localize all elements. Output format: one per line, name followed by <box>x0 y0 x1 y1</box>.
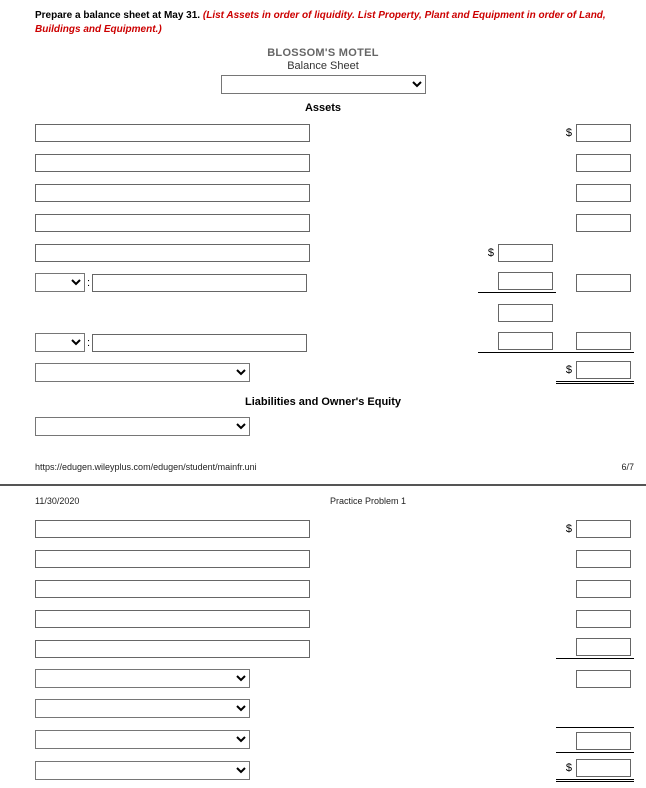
asset-amount-3[interactable] <box>576 184 631 202</box>
asset-row-1: $ <box>0 118 646 148</box>
currency-symbol: $ <box>566 364 572 376</box>
statement-title: Balance Sheet <box>0 60 646 72</box>
instruction-text: Prepare a balance sheet at May 31. (List… <box>0 8 646 41</box>
liab-name-5[interactable] <box>35 640 310 658</box>
liab-name-2[interactable] <box>35 550 310 568</box>
footer-page: 6/7 <box>621 462 634 472</box>
asset-name-3[interactable] <box>35 184 310 202</box>
page2-title: Practice Problem 1 <box>310 496 634 506</box>
liab-amount-1[interactable] <box>576 520 631 538</box>
ppe-blank-mid[interactable] <box>498 304 553 322</box>
asset-amount-2[interactable] <box>576 154 631 172</box>
liab-total3-select[interactable] <box>35 730 250 749</box>
asset-amount-1[interactable] <box>576 124 631 142</box>
liab-header: Liabilities and Owner's Equity <box>0 396 646 408</box>
asset-row-3 <box>0 178 646 208</box>
colon: : <box>87 337 90 349</box>
assets-header: Assets <box>0 102 646 114</box>
liab-total2-select[interactable] <box>35 699 250 718</box>
liab-amount-4[interactable] <box>576 610 631 628</box>
ppe-sub2-amt[interactable] <box>576 332 631 350</box>
liab-row-5 <box>0 634 646 664</box>
currency-symbol: $ <box>566 127 572 139</box>
currency-symbol: $ <box>566 762 572 774</box>
asset-total-amt[interactable] <box>576 361 631 379</box>
instruction-black: Prepare a balance sheet at May 31. <box>35 10 203 21</box>
liab-total1-amt[interactable] <box>576 670 631 688</box>
liab-cat-row <box>0 412 646 442</box>
ppe-sub1-mid[interactable] <box>498 272 553 290</box>
page2-date: 11/30/2020 <box>35 496 310 506</box>
company-name: BLOSSOM'S MOTEL <box>0 47 646 59</box>
liab-row-2 <box>0 544 646 574</box>
ppe-header-name[interactable] <box>35 244 310 262</box>
asset-name-2[interactable] <box>35 154 310 172</box>
ppe-header-mid[interactable] <box>498 244 553 262</box>
liab-grand-amt[interactable] <box>576 759 631 777</box>
ppe-sub1-name[interactable] <box>92 274 307 292</box>
ppe-sub2-name[interactable] <box>92 334 307 352</box>
ppe-sub-row-1: : <box>0 268 646 298</box>
ppe-sub2-mid[interactable] <box>498 332 553 350</box>
liab-row-4 <box>0 604 646 634</box>
asset-total-row: $ <box>0 358 646 388</box>
asset-total-select[interactable] <box>35 363 250 382</box>
ppe-sub2-select[interactable] <box>35 333 85 352</box>
liab-name-1[interactable] <box>35 520 310 538</box>
liab-total-row-1 <box>0 664 646 694</box>
liab-amount-2[interactable] <box>576 550 631 568</box>
liab-name-3[interactable] <box>35 580 310 598</box>
liab-name-4[interactable] <box>35 610 310 628</box>
liab-grand-row: $ <box>0 756 646 786</box>
ppe-sub1-amt[interactable] <box>576 274 631 292</box>
ppe-header-row: $ <box>0 238 646 268</box>
liab-row-3 <box>0 574 646 604</box>
liab-total-row-2 <box>0 694 646 724</box>
date-select[interactable] <box>221 75 426 94</box>
asset-row-4 <box>0 208 646 238</box>
asset-name-4[interactable] <box>35 214 310 232</box>
ppe-blank-row <box>0 298 646 328</box>
liab-category-select[interactable] <box>35 417 250 436</box>
colon: : <box>87 277 90 289</box>
ppe-sub-row-2: : <box>0 328 646 358</box>
liab-amount-5[interactable] <box>576 638 631 656</box>
asset-name-1[interactable] <box>35 124 310 142</box>
asset-row-2 <box>0 148 646 178</box>
currency-symbol: $ <box>566 523 572 535</box>
footer-url: https://edugen.wileyplus.com/edugen/stud… <box>35 462 257 472</box>
liab-grand-select[interactable] <box>35 761 250 780</box>
asset-amount-4[interactable] <box>576 214 631 232</box>
liab-total1-select[interactable] <box>35 669 250 688</box>
ppe-sub1-select[interactable] <box>35 273 85 292</box>
liab-total-row-3 <box>0 724 646 756</box>
liab-row-1: $ <box>0 514 646 544</box>
liab-total3-amt[interactable] <box>576 732 631 750</box>
liab-amount-3[interactable] <box>576 580 631 598</box>
currency-symbol: $ <box>488 247 494 259</box>
